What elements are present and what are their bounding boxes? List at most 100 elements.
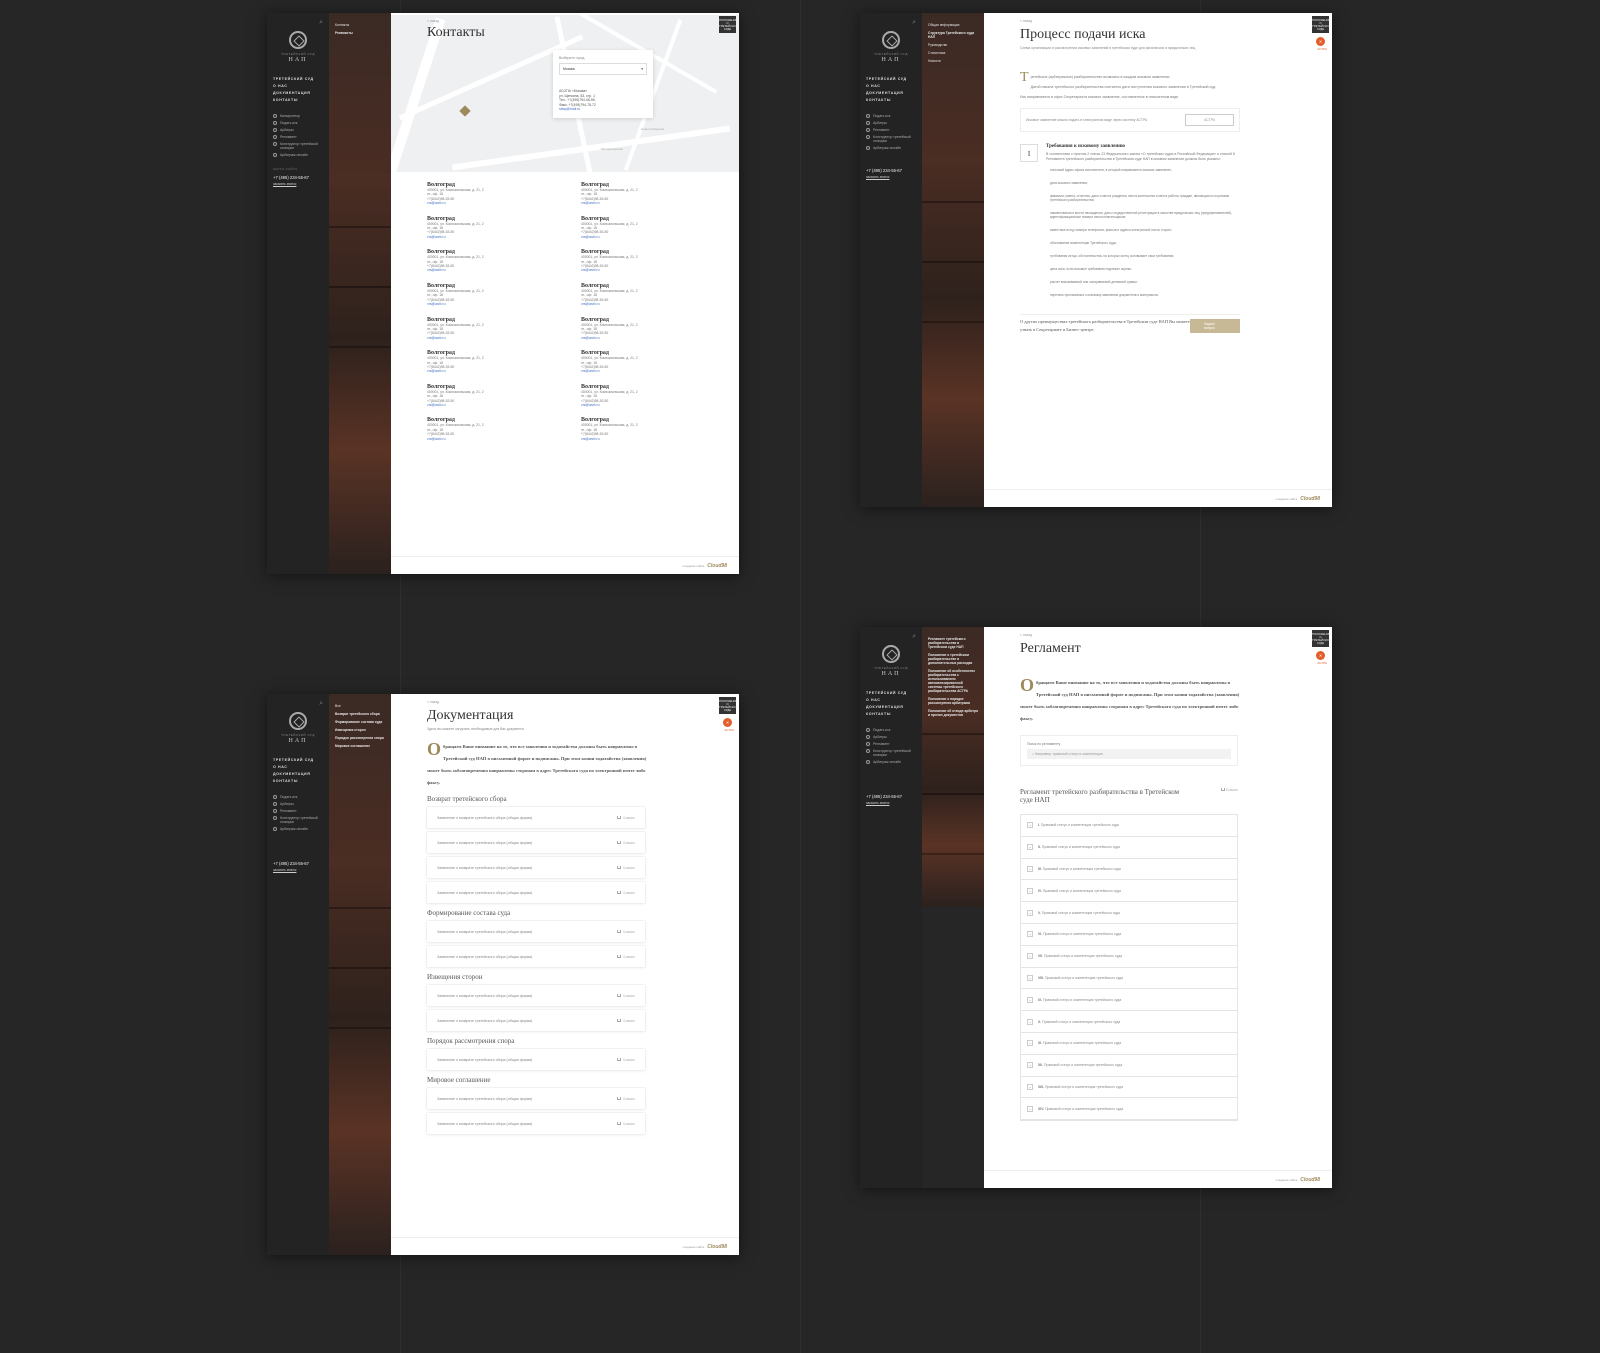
callback-link[interactable]: заказать звонок bbox=[866, 175, 889, 179]
contact-email[interactable]: vrs@arzb.ru bbox=[581, 403, 711, 407]
subnav-item[interactable]: Структура Третейского суда НАП bbox=[928, 31, 978, 39]
reglament-row[interactable]: + XIII. Правовой статус и компетенция тре… bbox=[1021, 1077, 1237, 1099]
astra-badge-icon[interactable]: ✕ bbox=[723, 718, 732, 727]
back-link[interactable]: < назад bbox=[427, 700, 711, 704]
subnav-item[interactable]: Общая информация bbox=[928, 23, 978, 27]
contact-email[interactable]: vrs@arzb.ru bbox=[427, 369, 557, 373]
regulation-button[interactable]: ПОЛОЖЕНИЕ О ТРЕТЕЙСКОМ СУДЕ bbox=[719, 697, 738, 714]
reglament-row[interactable]: + VIII. Правовой статус и компетенция тре… bbox=[1021, 968, 1237, 990]
subnav-item[interactable]: Формирование состава суда bbox=[335, 720, 385, 724]
service-rules[interactable]: Регламент bbox=[866, 128, 914, 132]
service-rules[interactable]: Регламент bbox=[273, 135, 321, 139]
logo[interactable] bbox=[882, 645, 900, 663]
service-online[interactable]: Арбитраж онлайн bbox=[866, 760, 914, 764]
reglament-row[interactable]: + V. Правовой статус и компетенция третей… bbox=[1021, 902, 1237, 924]
regulation-button[interactable]: ПОЛОЖЕНИЕ О ТРЕТЕЙСКОМ СУДЕ bbox=[1312, 16, 1331, 33]
subnav-item[interactable]: Регламент третейского разбирательства в … bbox=[928, 637, 978, 649]
search-icon[interactable]: ⌕ bbox=[912, 633, 916, 641]
service-builder[interactable]: Конструктор третейской оговорки bbox=[273, 142, 321, 150]
reglament-row[interactable]: + VII. Правовой статус и компетенция трет… bbox=[1021, 946, 1237, 968]
astra-button[interactable]: АСТРА bbox=[1185, 114, 1234, 126]
download-link[interactable]: Скачать bbox=[617, 1019, 635, 1023]
document-item[interactable]: Заявление о возврате третейского сбора (… bbox=[427, 857, 645, 878]
download-link[interactable]: Скачать bbox=[617, 891, 635, 895]
nav-item[interactable]: КОНТАКТЫ bbox=[273, 779, 314, 783]
subnav-item[interactable]: Возврат третейского сбора bbox=[335, 712, 385, 716]
regulation-button[interactable]: ПОЛОЖЕНИЕ О ТРЕТЕЙСКОМ СУДЕ bbox=[719, 16, 738, 33]
phone-number[interactable]: +7 (495) 234-55-67 bbox=[273, 175, 309, 180]
download-link[interactable]: Скачать bbox=[617, 994, 635, 998]
service-claim[interactable]: Подать иск bbox=[866, 728, 914, 732]
service-claim[interactable]: Подать иск bbox=[273, 121, 321, 125]
contact-email[interactable]: vrs@arzb.ru bbox=[581, 336, 711, 340]
nav-item[interactable]: ДОКУМЕНТАЦИЯ bbox=[866, 705, 907, 709]
service-arbiters[interactable]: Арбитры bbox=[866, 121, 914, 125]
service-rules[interactable]: Регламент bbox=[273, 809, 321, 813]
document-item[interactable]: Заявление о возврате третейского сбора (… bbox=[427, 985, 645, 1006]
contact-email[interactable]: vrs@arzb.ru bbox=[581, 235, 711, 239]
service-calculator[interactable]: Калькулятор bbox=[273, 114, 321, 118]
nav-item[interactable]: ТРЕТЕЙСКИЙ СУД bbox=[866, 691, 907, 695]
document-item[interactable]: Заявление о возврате третейского сбора (… bbox=[427, 832, 645, 853]
reglament-row[interactable]: + X. Правовой статус и компетенция третей… bbox=[1021, 1011, 1237, 1033]
service-claim[interactable]: Подать иск bbox=[866, 114, 914, 118]
contact-email[interactable]: vrs@arzb.ru bbox=[427, 302, 557, 306]
sitemap-link[interactable]: КАРТА САЙТА bbox=[273, 167, 298, 171]
nav-item[interactable]: ДОКУМЕНТАЦИЯ bbox=[273, 772, 314, 776]
nav-item[interactable]: О НАС bbox=[866, 698, 907, 702]
reglament-row[interactable]: + II. Правовой статус и компетенция трете… bbox=[1021, 837, 1237, 859]
service-builder[interactable]: Конструктор третейской оговорки bbox=[866, 749, 914, 757]
astra-badge-icon[interactable]: ✕ bbox=[1316, 37, 1325, 46]
contact-email[interactable]: vrs@arzb.ru bbox=[581, 369, 711, 373]
callback-link[interactable]: заказать звонок bbox=[866, 801, 889, 805]
download-link[interactable]: Скачать bbox=[617, 816, 635, 820]
astra-badge-icon[interactable]: ✕ bbox=[1316, 651, 1325, 660]
contact-email[interactable]: vrs@arzb.ru bbox=[427, 268, 557, 272]
reglament-row[interactable]: + XI. Правовой статус и компетенция трете… bbox=[1021, 1033, 1237, 1055]
download-link[interactable]: Скачать bbox=[617, 1097, 635, 1101]
footer-brand[interactable]: Cloud98 bbox=[1300, 1177, 1320, 1183]
nav-item[interactable]: ДОКУМЕНТАЦИЯ bbox=[866, 91, 907, 95]
service-claim[interactable]: Подать иск bbox=[273, 795, 321, 799]
nav-item[interactable]: ДОКУМЕНТАЦИЯ bbox=[273, 91, 314, 95]
map-pin-icon[interactable] bbox=[459, 105, 471, 117]
map[interactable]: Новослободская Менделеевская < назад Кон… bbox=[391, 15, 739, 172]
nav-item[interactable]: ТРЕТЕЙСКИЙ СУД bbox=[273, 758, 314, 762]
logo[interactable] bbox=[882, 31, 900, 49]
reglament-row[interactable]: + III. Правовой статус и компетенция трет… bbox=[1021, 859, 1237, 881]
contact-email[interactable]: vrs@arzb.ru bbox=[581, 201, 711, 205]
contact-email[interactable]: vrs@arzb.ru bbox=[427, 235, 557, 239]
phone-number[interactable]: +7 (495) 234-55-67 bbox=[273, 861, 309, 866]
service-online[interactable]: Арбитраж онлайн bbox=[866, 146, 914, 150]
download-link[interactable]: Скачать bbox=[617, 841, 635, 845]
nav-item[interactable]: О НАС bbox=[273, 765, 314, 769]
nav-item[interactable]: КОНТАКТЫ bbox=[273, 98, 314, 102]
footer-brand[interactable]: Cloud98 bbox=[1300, 496, 1320, 502]
document-item[interactable]: Заявление о возврате третейского сбора (… bbox=[427, 1088, 645, 1109]
nav-item[interactable]: ТРЕТЕЙСКИЙ СУД bbox=[866, 77, 907, 81]
back-link[interactable]: < назад bbox=[1020, 633, 1304, 637]
search-icon[interactable]: ⌕ bbox=[319, 19, 323, 27]
subnav-item[interactable]: Реквизиты bbox=[335, 31, 385, 35]
logo[interactable] bbox=[289, 712, 307, 730]
ask-question-button[interactable]: Задать вопрос bbox=[1190, 319, 1240, 333]
subnav-item[interactable]: Статистика bbox=[928, 51, 978, 55]
document-item[interactable]: Заявление о возврате третейского сбора (… bbox=[427, 807, 645, 828]
reglament-row[interactable]: + XIV. Правовой статус и компетенция трет… bbox=[1021, 1098, 1237, 1121]
subnav-item[interactable]: Руководство bbox=[928, 43, 978, 47]
callback-link[interactable]: заказать звонок bbox=[273, 182, 296, 186]
reglament-row[interactable]: + IV. Правовой статус и компетенция трете… bbox=[1021, 880, 1237, 903]
service-arbiters[interactable]: Арбитры bbox=[273, 128, 321, 132]
contact-email[interactable]: vrs@arzb.ru bbox=[427, 437, 557, 441]
subnav-item[interactable]: Все bbox=[335, 704, 385, 708]
search-input[interactable]: ⌕ Например: правовой статус и компетенци… bbox=[1027, 749, 1231, 759]
nav-item[interactable]: КОНТАКТЫ bbox=[866, 712, 907, 716]
nav-item[interactable]: О НАС bbox=[273, 84, 314, 88]
document-item[interactable]: Заявление о возврате третейского сбора (… bbox=[427, 1010, 645, 1031]
download-link[interactable]: Скачать bbox=[617, 1122, 635, 1126]
nav-item[interactable]: КОНТАКТЫ bbox=[866, 98, 907, 102]
subnav-item[interactable]: Мировое соглашение bbox=[335, 744, 385, 748]
phone-number[interactable]: +7 (495) 234-55-67 bbox=[866, 168, 902, 173]
subnav-item[interactable]: Новости bbox=[928, 59, 978, 63]
subnav-item[interactable]: Контакты bbox=[335, 23, 385, 27]
